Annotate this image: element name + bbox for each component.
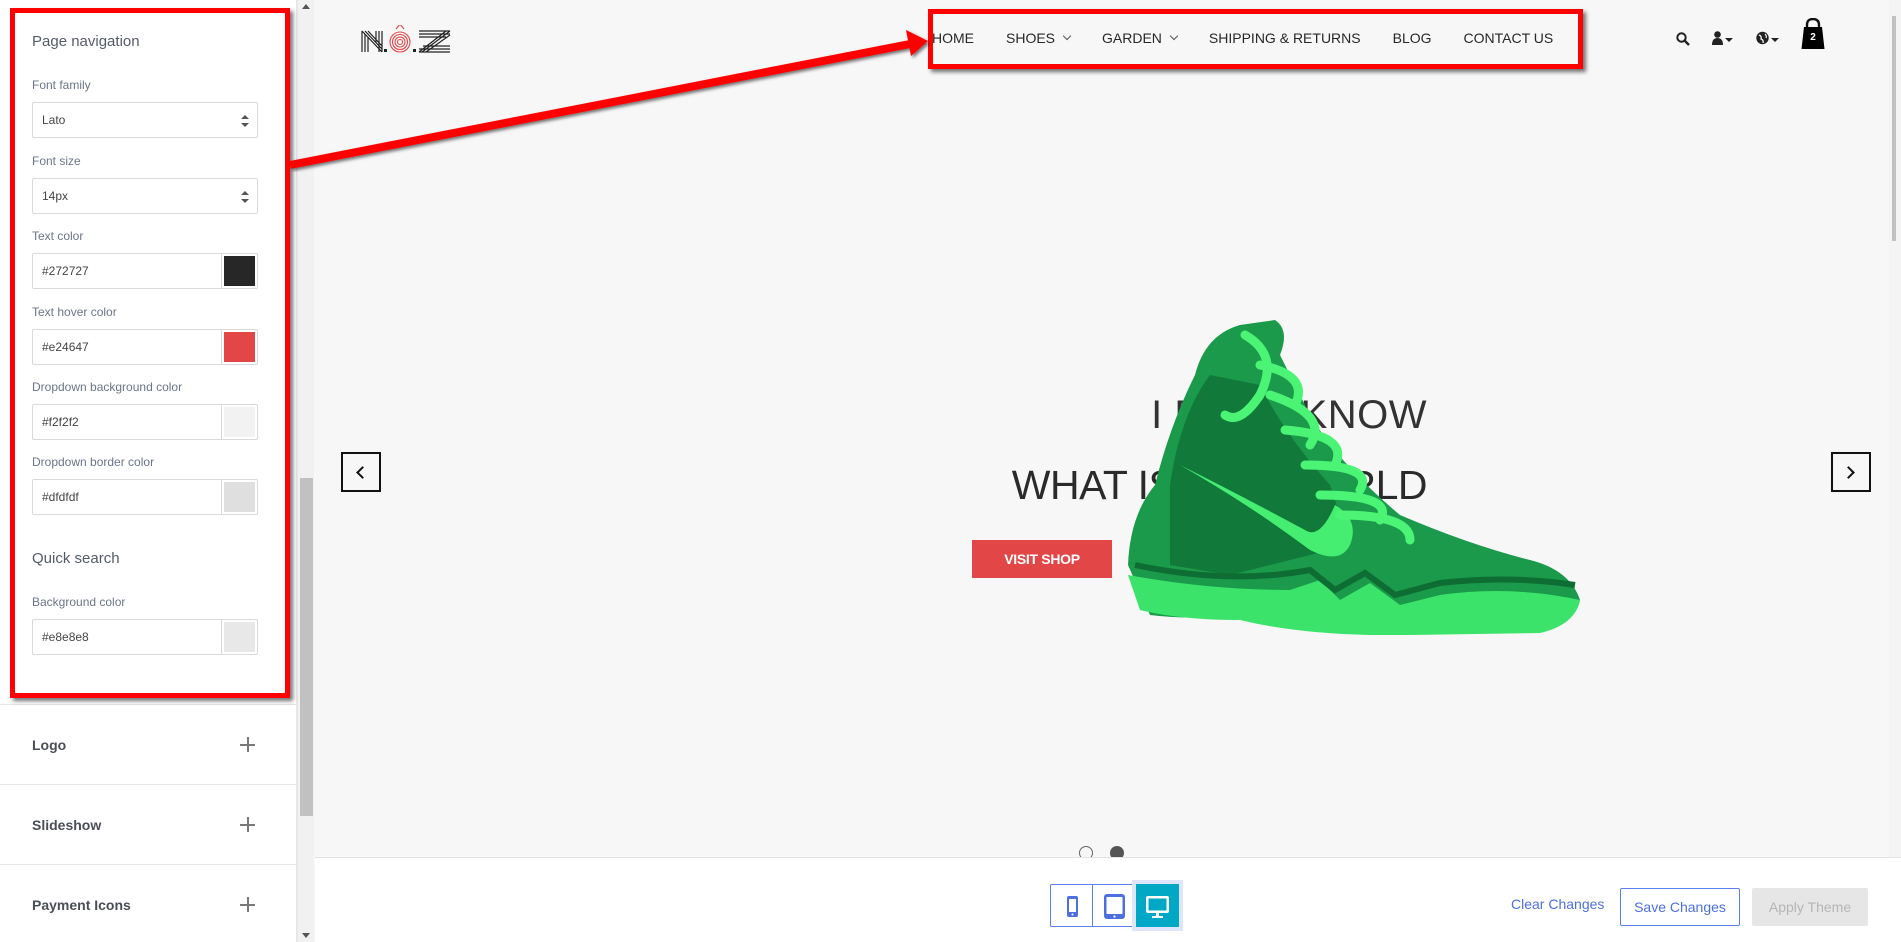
preview-scrollbar[interactable]: [1889, 0, 1901, 857]
dropdown-bg-color-value: #f2f2f2: [42, 415, 79, 429]
plus-icon[interactable]: [240, 737, 255, 752]
scrollbar-thumb[interactable]: [1892, 16, 1896, 241]
store-logo[interactable]: [360, 25, 452, 55]
color-swatch: [224, 256, 255, 286]
annotation-highlight-nav: [928, 9, 1583, 69]
save-changes-button[interactable]: Save Changes: [1620, 888, 1740, 926]
dropdown-border-color-value: #dfdfdf: [42, 490, 79, 504]
background-color-label: Background color: [32, 595, 126, 609]
sidebar-scrollbar[interactable]: [297, 0, 314, 942]
plus-icon[interactable]: [240, 897, 255, 912]
dropdown-bg-color-swatch-button[interactable]: [221, 405, 257, 439]
font-size-select[interactable]: 14px: [32, 178, 258, 214]
font-size-value: 14px: [42, 189, 69, 203]
spinner-icon: [241, 191, 249, 203]
tablet-icon: [1104, 894, 1125, 919]
slide-prev-button[interactable]: [341, 452, 381, 492]
font-size-label: Font size: [32, 154, 81, 168]
device-mobile-button[interactable]: [1050, 884, 1093, 927]
spinner-icon: [241, 115, 249, 127]
text-hover-color-label: Text hover color: [32, 305, 117, 319]
editor-bottom-bar: Clear Changes Save Changes Apply Theme: [315, 857, 1901, 942]
accordion-slideshow[interactable]: Slideshow: [0, 784, 296, 864]
chevron-right-icon: [1842, 466, 1855, 479]
visit-shop-button[interactable]: VISIT SHOP: [972, 540, 1112, 578]
accordion-title: Slideshow: [32, 817, 102, 833]
plus-icon[interactable]: [240, 817, 255, 832]
dropdown-border-color-swatch-button[interactable]: [221, 480, 257, 514]
font-family-select[interactable]: Lato: [32, 102, 258, 138]
slide-next-button[interactable]: [1831, 452, 1871, 492]
scrollbar-thumb[interactable]: [300, 478, 313, 816]
device-desktop-button[interactable]: [1136, 884, 1179, 927]
dropdown-border-color-label: Dropdown border color: [32, 455, 155, 469]
accordion-title: Logo: [32, 737, 67, 753]
scroll-down-arrow-icon[interactable]: [302, 933, 310, 938]
color-swatch: [224, 622, 255, 652]
background-color-value: #e8e8e8: [42, 630, 89, 644]
dropdown-bg-color-label: Dropdown background color: [32, 380, 183, 394]
sneaker-image: [1128, 320, 1580, 635]
device-tablet-button[interactable]: [1093, 884, 1136, 927]
section-title-page-navigation: Page navigation: [32, 33, 140, 50]
accordion-title: Payment Icons: [32, 897, 131, 913]
scroll-up-arrow-icon[interactable]: [302, 4, 310, 9]
user-icon[interactable]: [1712, 31, 1736, 45]
globe-icon[interactable]: [1756, 31, 1780, 45]
font-family-value: Lato: [42, 113, 66, 127]
dropdown-bg-color-field[interactable]: #f2f2f2: [32, 404, 258, 440]
text-color-value: #272727: [42, 264, 89, 278]
color-swatch: [224, 482, 255, 512]
dropdown-border-color-field[interactable]: #dfdfdf: [32, 479, 258, 515]
chevron-left-icon: [356, 466, 369, 479]
background-color-field[interactable]: #e8e8e8: [32, 619, 258, 655]
clear-changes-button[interactable]: Clear Changes: [1511, 885, 1604, 923]
cart-count-badge: 2: [1810, 32, 1816, 43]
page-navigation-panel: Page navigation Font family Lato Font si…: [10, 8, 290, 698]
text-hover-color-value: #e24647: [42, 340, 89, 354]
section-title-quick-search: Quick search: [32, 550, 120, 567]
text-color-field[interactable]: #272727: [32, 253, 258, 289]
background-color-swatch-button[interactable]: [221, 620, 257, 654]
text-color-label: Text color: [32, 229, 84, 243]
font-family-label: Font family: [32, 78, 91, 92]
accordion-payment-icons[interactable]: Payment Icons: [0, 864, 296, 942]
text-hover-color-field[interactable]: #e24647: [32, 329, 258, 365]
accordion-logo[interactable]: Logo: [0, 704, 296, 784]
theme-editor: Page navigation Font family Lato Font si…: [0, 0, 1901, 942]
sidebar: Page navigation Font family Lato Font si…: [0, 0, 297, 942]
store-preview: HOME SHOES GARDEN SHIPPING & RETURNS BLO…: [315, 0, 1901, 860]
search-icon[interactable]: [1676, 32, 1690, 46]
apply-theme-button[interactable]: Apply Theme: [1752, 888, 1868, 926]
desktop-monitor-icon: [1146, 896, 1169, 918]
color-swatch: [224, 407, 255, 437]
text-hover-color-swatch-button[interactable]: [221, 330, 257, 364]
text-color-swatch-button[interactable]: [221, 254, 257, 288]
device-switcher: [1050, 884, 1179, 929]
color-swatch: [224, 332, 255, 362]
mobile-phone-icon: [1067, 896, 1078, 917]
